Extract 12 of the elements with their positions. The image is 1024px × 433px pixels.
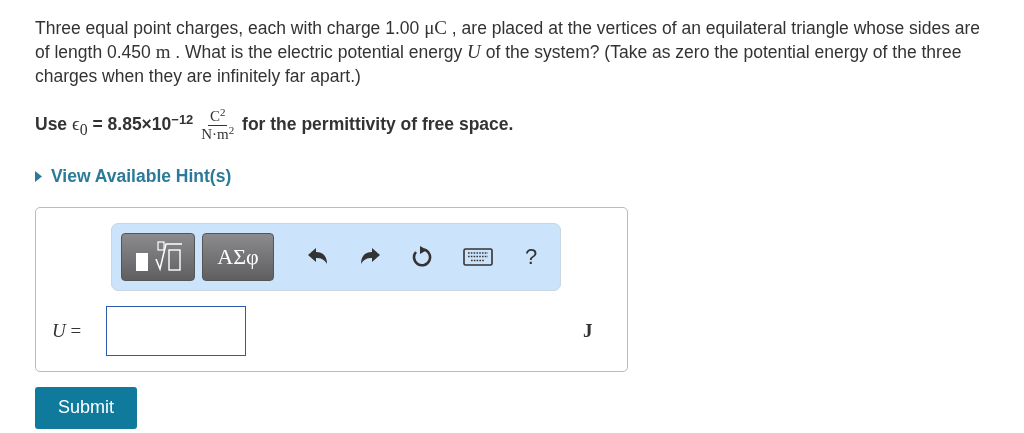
problem-text: Three equal point charges, each with charge 1.00 μC , are placed at the vertices of an equilateral triangle whose sides are of length 0.450 m . What is the electric potential energy U of the system? (Take as zero the potential energy of the three charges when they are infinitely far apart.) bbox=[35, 16, 982, 88]
greek-symbols-button[interactable]: ΑΣφ bbox=[202, 232, 274, 281]
help-button[interactable]: ? bbox=[521, 239, 542, 274]
caret-icon bbox=[35, 170, 42, 182]
answer-label: U = bbox=[52, 319, 83, 342]
unit-label: J bbox=[583, 319, 593, 342]
answer-field[interactable] bbox=[106, 305, 246, 356]
templates-button[interactable] bbox=[121, 232, 195, 281]
keyboard-icon bbox=[463, 247, 493, 266]
submit-button[interactable]: Submit bbox=[35, 386, 137, 429]
hint-link[interactable]: View Available Hint(s) bbox=[51, 165, 232, 187]
reset-icon bbox=[411, 245, 433, 268]
